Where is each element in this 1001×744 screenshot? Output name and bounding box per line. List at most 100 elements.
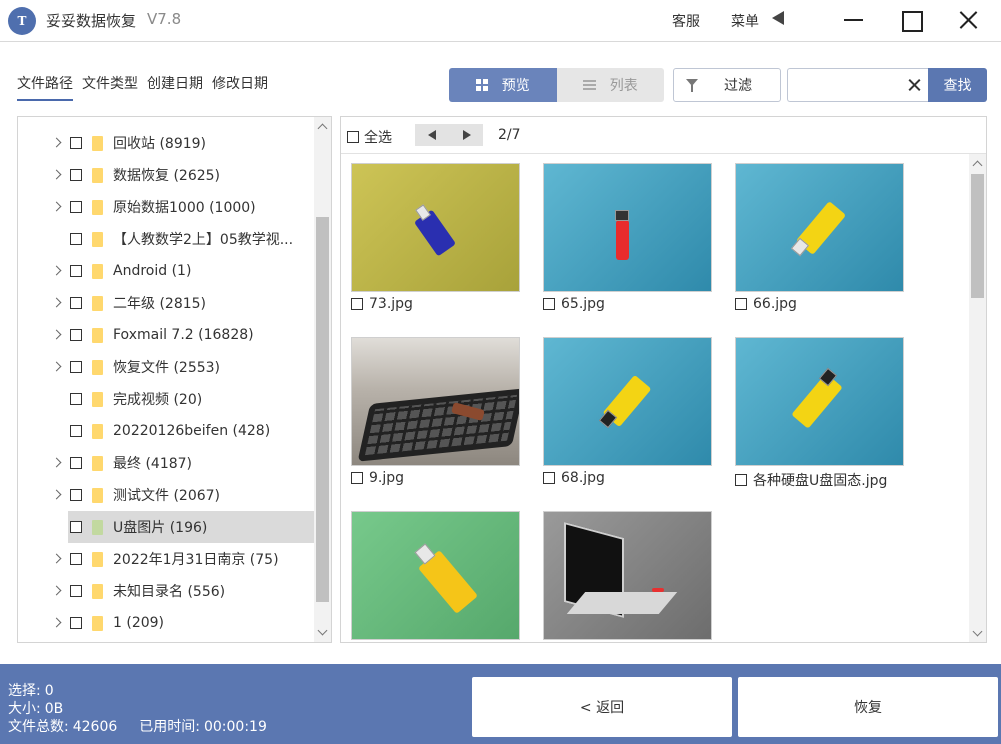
size-label: 大小: <box>8 701 41 717</box>
thumbnail-image[interactable] <box>351 511 520 640</box>
preview-view-button[interactable]: 预览 <box>449 68 557 102</box>
select-all[interactable]: 全选 <box>347 127 392 147</box>
tab-modified-date[interactable]: 修改日期 <box>212 73 268 101</box>
chevron-right-icon[interactable] <box>51 201 62 212</box>
tree-item[interactable]: 回收站 (8919) <box>18 127 314 159</box>
chevron-right-icon[interactable] <box>51 297 62 308</box>
list-view-button[interactable]: 列表 <box>556 68 664 102</box>
thumbnail-checkbox[interactable] <box>351 298 363 310</box>
maximize-button[interactable] <box>898 8 924 32</box>
tab-created-date[interactable]: 创建日期 <box>147 73 203 101</box>
tree-item[interactable]: 二年级 (2815) <box>18 287 314 319</box>
tree-item[interactable]: U盘图片 (196) <box>68 511 314 543</box>
chevron-right-icon[interactable] <box>51 265 62 276</box>
folder-icon <box>92 231 103 247</box>
tree-item-label: 原始数据1000 (1000) <box>113 200 256 216</box>
search-input[interactable] <box>794 70 902 100</box>
tab-file-type[interactable]: 文件类型 <box>82 73 138 101</box>
thumbnail-image[interactable] <box>543 511 712 640</box>
menu-arrow-icon[interactable] <box>772 11 784 25</box>
tree-item-checkbox[interactable] <box>70 329 82 341</box>
thumbnail-image[interactable] <box>543 337 712 466</box>
tree-caret-slot <box>18 287 70 319</box>
chevron-right-icon[interactable] <box>51 169 62 180</box>
folder-icon <box>92 263 103 279</box>
tree-item-checkbox[interactable] <box>70 361 82 373</box>
thumbnail-image[interactable] <box>351 337 520 466</box>
chevron-right-icon[interactable] <box>51 617 62 628</box>
chevron-right-icon[interactable] <box>51 489 62 500</box>
tree-scrollbar[interactable] <box>314 117 331 642</box>
tree-caret-slot <box>18 127 70 159</box>
tree-scroll-thumb[interactable] <box>316 217 329 602</box>
scroll-down-icon[interactable] <box>317 625 328 636</box>
close-window-button[interactable] <box>956 8 982 32</box>
tree-item[interactable]: Android (1) <box>18 255 314 287</box>
tree-item-checkbox[interactable] <box>70 201 82 213</box>
scroll-up-icon[interactable] <box>972 160 983 171</box>
tree-item[interactable]: 20220126beifen (428) <box>18 415 314 447</box>
thumbnail-checkbox[interactable] <box>735 474 747 486</box>
tree-item-checkbox[interactable] <box>70 233 82 245</box>
scroll-up-icon[interactable] <box>317 123 328 134</box>
recover-button[interactable]: 恢复 <box>738 677 998 737</box>
filter-button[interactable]: 过滤 <box>673 68 781 102</box>
tree-item[interactable]: 最终 (4187) <box>18 447 314 479</box>
tree-item[interactable]: 【人教数学2上】05教学视... <box>18 223 314 255</box>
tree-item-checkbox[interactable] <box>70 393 82 405</box>
filter-label: 过滤 <box>724 78 752 94</box>
tree-item-checkbox[interactable] <box>70 137 82 149</box>
select-all-checkbox[interactable] <box>347 131 359 143</box>
thumbnail-checkbox[interactable] <box>543 472 555 484</box>
tree-item-checkbox[interactable] <box>70 457 82 469</box>
prev-icon <box>428 130 436 140</box>
thumbnail-checkbox[interactable] <box>351 472 363 484</box>
thumbnail-image[interactable] <box>351 163 520 292</box>
next-page-button[interactable] <box>449 124 483 146</box>
preview-scroll-thumb[interactable] <box>971 174 984 298</box>
chevron-right-icon[interactable] <box>51 585 62 596</box>
minimize-button[interactable] <box>841 8 867 32</box>
tab-file-path[interactable]: 文件路径 <box>17 73 73 101</box>
tree-item[interactable]: 完成视频 (20) <box>18 383 314 415</box>
tree-item-checkbox[interactable] <box>70 489 82 501</box>
thumbnail-checkbox[interactable] <box>543 298 555 310</box>
menu-link[interactable]: 菜单 <box>731 11 759 31</box>
tree-item-checkbox[interactable] <box>70 297 82 309</box>
tree-item-checkbox[interactable] <box>70 265 82 277</box>
scroll-down-icon[interactable] <box>972 626 983 637</box>
search-button[interactable]: 查找 <box>928 68 987 102</box>
tree-item[interactable]: 测试文件 (2067) <box>18 479 314 511</box>
tree-item[interactable]: 未知目录名 (556) <box>18 575 314 607</box>
tree-item-checkbox[interactable] <box>70 553 82 565</box>
grid-icon <box>475 79 488 91</box>
tree-item-checkbox[interactable] <box>70 425 82 437</box>
tree-item[interactable]: Foxmail 7.2 (16828) <box>18 319 314 351</box>
tree-item-checkbox[interactable] <box>70 585 82 597</box>
thumbnail-image[interactable] <box>735 163 904 292</box>
back-button[interactable]: < 返回 <box>472 677 732 737</box>
tree-item[interactable]: 1 (209) <box>18 607 314 639</box>
clear-search-icon[interactable] <box>907 78 921 92</box>
tree-item[interactable]: 恢复文件 (2553) <box>18 351 314 383</box>
chevron-right-icon[interactable] <box>51 361 62 372</box>
chevron-right-icon[interactable] <box>51 553 62 564</box>
tree-item-checkbox[interactable] <box>70 617 82 629</box>
tree-item[interactable]: 数据恢复 (2625) <box>18 159 314 191</box>
tree-item-checkbox[interactable] <box>70 169 82 181</box>
prev-page-button[interactable] <box>415 124 449 146</box>
chevron-right-icon[interactable] <box>51 457 62 468</box>
tree-item[interactable]: 2022年1月31日南京 (75) <box>18 543 314 575</box>
tree-item[interactable]: 原始数据1000 (1000) <box>18 191 314 223</box>
preview-scrollbar[interactable] <box>969 154 986 642</box>
customer-service-link[interactable]: 客服 <box>672 11 700 31</box>
folder-icon <box>92 391 103 407</box>
chevron-right-icon[interactable] <box>51 329 62 340</box>
folder-icon <box>92 327 103 343</box>
list-view-label: 列表 <box>609 78 638 94</box>
thumbnail-image[interactable] <box>543 163 712 292</box>
tree-item-checkbox[interactable] <box>70 521 82 533</box>
thumbnail-image[interactable] <box>735 337 904 466</box>
chevron-right-icon[interactable] <box>51 137 62 148</box>
thumbnail-checkbox[interactable] <box>735 298 747 310</box>
